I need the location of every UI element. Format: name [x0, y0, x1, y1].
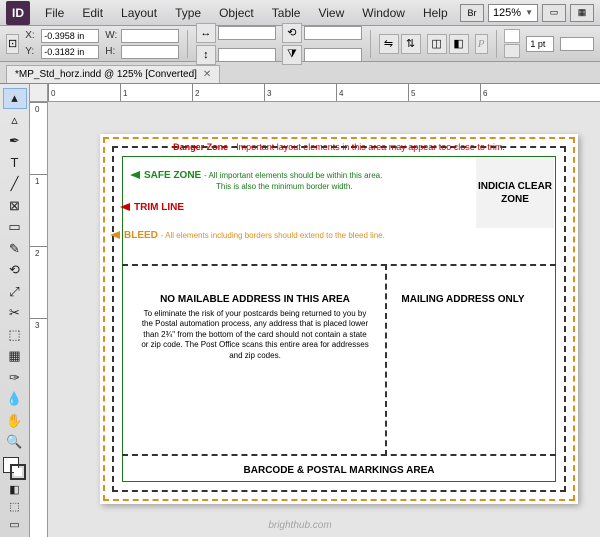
x-label: X:: [25, 30, 39, 41]
flip-h-icon[interactable]: ⇋: [379, 34, 399, 54]
fill-swatch[interactable]: [504, 29, 520, 43]
divider-v1: [385, 264, 387, 456]
zoom-value: 125%: [493, 7, 521, 19]
menu-object[interactable]: Object: [210, 2, 263, 24]
y-label: Y:: [25, 46, 39, 57]
close-icon[interactable]: ✕: [203, 69, 211, 80]
control-bar: ⊡ X:-0.3958 in Y:-0.3182 in W: H: ↔ ↕ ⟲ …: [0, 26, 600, 62]
divider-h1: [122, 264, 556, 266]
w-label: W:: [105, 30, 119, 41]
select-content-icon[interactable]: ◧: [449, 34, 469, 54]
arrow-left-icon: [110, 231, 120, 239]
rectangle-frame-tool[interactable]: ⊠: [3, 196, 27, 216]
note-tool[interactable]: ✑: [3, 367, 27, 387]
menu-window[interactable]: Window: [353, 2, 414, 24]
selection-tool[interactable]: ▴: [3, 88, 27, 109]
select-container-icon[interactable]: ◫: [427, 34, 447, 54]
line-tool[interactable]: ╱: [3, 174, 27, 194]
rotate-tool[interactable]: ⟲: [3, 260, 27, 280]
arrow-left-icon: [120, 203, 130, 211]
direct-selection-tool[interactable]: ▵: [3, 110, 27, 130]
toolbox: ▴ ▵ ✒ T ╱ ⊠ ▭ ✎ ⟲ ⤢ ✂ ⬚ ▦ ✑ 💧 ✋ 🔍 ◧ ⬚ ▭: [0, 84, 30, 537]
paragraph-icon[interactable]: P: [475, 34, 488, 54]
scale-y-input[interactable]: [218, 48, 276, 62]
arrange-button[interactable]: ▦: [570, 4, 594, 22]
bridge-button[interactable]: Br: [460, 4, 484, 22]
scale-x-input[interactable]: [218, 26, 276, 40]
tab-title: *MP_Std_horz.indd @ 125% [Converted]: [15, 69, 197, 80]
arrow-left-icon: [130, 171, 140, 179]
menu-layout[interactable]: Layout: [112, 2, 166, 24]
apply-color-icon[interactable]: ◧: [3, 481, 27, 498]
pen-tool[interactable]: ✒: [3, 131, 27, 151]
rotate-input[interactable]: [304, 26, 362, 40]
menu-table[interactable]: Table: [263, 2, 310, 24]
x-input[interactable]: -0.3958 in: [41, 29, 99, 43]
ruler-horizontal: 0123456: [48, 84, 600, 102]
scale-y-icon[interactable]: ↕: [196, 45, 216, 65]
rotate-icon[interactable]: ⟲: [282, 23, 302, 43]
chevron-down-icon: ▼: [525, 8, 533, 17]
trim-line-label: TRIM LINE: [120, 202, 184, 213]
eyedropper-tool[interactable]: 💧: [3, 389, 27, 409]
ruler-corner: [30, 84, 48, 102]
type-tool[interactable]: T: [3, 153, 27, 173]
format-container-icon[interactable]: ⬚: [3, 498, 27, 515]
scissors-tool[interactable]: ✂: [3, 303, 27, 323]
safe-zone-label: SAFE ZONE - All important elements shoul…: [130, 170, 382, 192]
menu-help[interactable]: Help: [414, 2, 457, 24]
free-transform-tool[interactable]: ⬚: [3, 324, 27, 344]
h-label: H:: [105, 46, 119, 57]
w-input[interactable]: [121, 29, 179, 43]
pencil-tool[interactable]: ✎: [3, 239, 27, 259]
stroke-swatch[interactable]: [504, 44, 520, 58]
document-tab[interactable]: *MP_Std_horz.indd @ 125% [Converted] ✕: [6, 65, 220, 83]
scale-x-icon[interactable]: ↔: [196, 23, 216, 43]
bleed-label: BLEED - All elements including borders s…: [110, 230, 385, 241]
watermark: brighthub.com: [268, 520, 331, 531]
scale-tool[interactable]: ⤢: [3, 282, 27, 302]
mailing-address-section: MAILING ADDRESS ONLY: [388, 294, 538, 305]
hand-tool[interactable]: ✋: [3, 410, 27, 430]
zoom-tool[interactable]: 🔍: [3, 432, 27, 452]
canvas[interactable]: 0123456 0123 Danger Zone - Important lay…: [30, 84, 600, 537]
no-mail-section: NO MAILABLE ADDRESS IN THIS AREA To elim…: [140, 294, 370, 361]
y-input[interactable]: -0.3182 in: [41, 45, 99, 59]
shear-input[interactable]: [304, 48, 362, 62]
menu-view[interactable]: View: [309, 2, 353, 24]
document-page[interactable]: Danger Zone - Important layout elements …: [100, 134, 578, 504]
gradient-tool[interactable]: ▦: [3, 346, 27, 366]
zoom-select[interactable]: 125% ▼: [488, 4, 538, 22]
stroke-weight-input[interactable]: 1 pt: [526, 36, 554, 52]
rectangle-tool[interactable]: ▭: [3, 217, 27, 237]
view-mode-icon[interactable]: ▭: [3, 516, 27, 533]
barcode-section: BARCODE & POSTAL MARKINGS AREA: [100, 465, 578, 476]
flip-v-icon[interactable]: ⇅: [401, 34, 421, 54]
menu-file[interactable]: File: [36, 2, 73, 24]
h-input[interactable]: [121, 45, 179, 59]
ruler-vertical: 0123: [30, 102, 48, 537]
danger-zone-label: Danger Zone - Important layout elements …: [100, 142, 578, 152]
app-icon: ID: [6, 1, 30, 25]
divider-h2: [122, 454, 556, 456]
indicia-zone: INDICIA CLEAR ZONE: [476, 158, 554, 228]
color-swatch[interactable]: [3, 457, 27, 479]
stroke-style-input[interactable]: [560, 37, 594, 51]
menu-type[interactable]: Type: [166, 2, 210, 24]
menu-edit[interactable]: Edit: [73, 2, 112, 24]
screenmode-button[interactable]: ▭: [542, 4, 566, 22]
shear-icon[interactable]: ⧩: [282, 45, 302, 65]
ref-point-icon[interactable]: ⊡: [6, 34, 19, 54]
tab-bar: *MP_Std_horz.indd @ 125% [Converted] ✕: [0, 62, 600, 84]
